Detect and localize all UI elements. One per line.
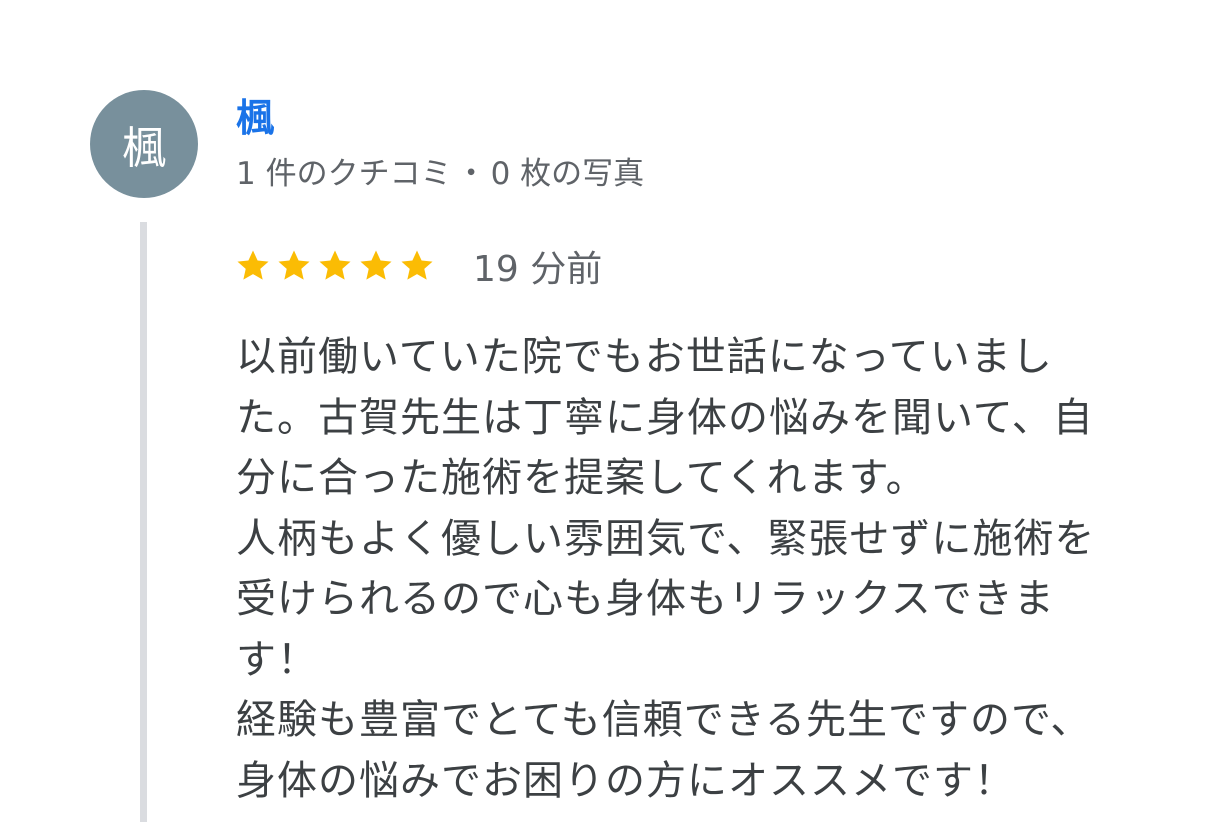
avatar[interactable]: 楓: [90, 90, 198, 198]
meta-separator: ・: [455, 156, 487, 192]
star-icon: [357, 247, 395, 285]
review-text-line: 以前働いていた院でもお世話になっていまし: [236, 334, 1053, 380]
author-name[interactable]: 楓: [236, 92, 274, 144]
star-icon: [316, 247, 354, 285]
star-icon: [275, 247, 313, 285]
review-text-line: す！: [236, 636, 318, 683]
rating-row: 19 分前: [234, 238, 602, 294]
review-text-line: 身体の悩みでお困りの方にオススメです！: [236, 757, 1015, 804]
review-text-line: 受けられるので心も身体もリラックスできま: [236, 576, 1055, 622]
star-rating: [234, 247, 439, 285]
review-time: 19 分前: [473, 249, 603, 290]
avatar-initial: 楓: [122, 123, 166, 174]
review-text-line: 経験も豊富でとても信頼できる先生ですので、: [236, 697, 1092, 743]
author-meta: 1 件のクチコミ・ 0 枚の写真: [236, 150, 644, 198]
photo-count: 0 枚の写真: [490, 156, 645, 192]
review-text-line: 分に合った施術を提案してくれます。: [236, 455, 927, 501]
review-side-rule: [140, 222, 147, 822]
review-text-line: 人柄もよく優しい雰囲気で、緊張せずに施術を: [236, 515, 1096, 562]
star-icon: [234, 247, 272, 285]
review-text: 以前働いていた院でもお世話になっていまし た。古賀先生は丁寧に身体の悩みを聞いて…: [236, 327, 1136, 811]
review-count: 1 件のクチコミ: [236, 156, 452, 192]
star-icon: [398, 247, 436, 285]
review-text-line: た。古賀先生は丁寧に身体の悩みを聞いて、自: [236, 394, 1094, 441]
